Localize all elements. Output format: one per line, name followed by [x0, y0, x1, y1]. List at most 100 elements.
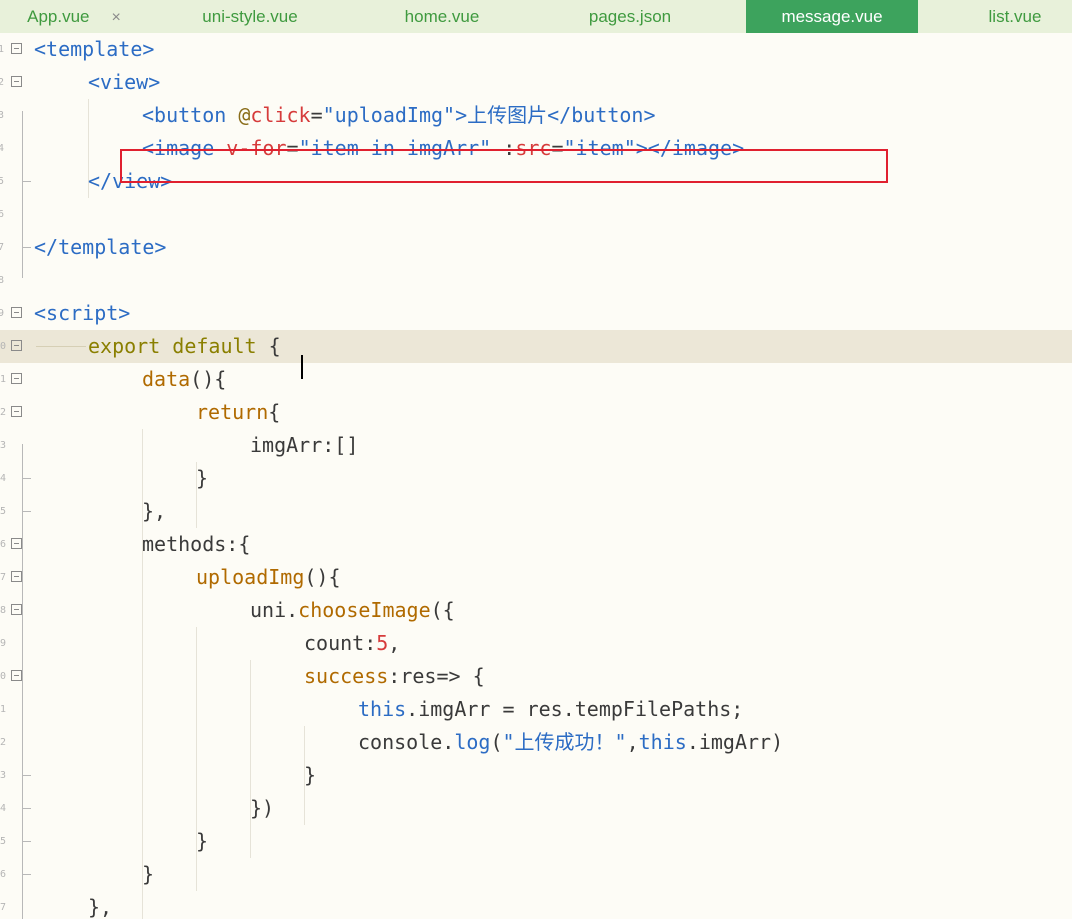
- code-text: <view>: [88, 66, 160, 99]
- code-line[interactable]: 1 <template>: [0, 33, 1072, 66]
- code-text: imgArr:[]: [250, 429, 358, 462]
- line-number: 6: [0, 209, 4, 220]
- tab-app-vue[interactable]: App.vue ×: [0, 0, 148, 33]
- line-number: 25: [0, 836, 7, 847]
- code-token: .imgArr): [686, 730, 784, 754]
- code-line[interactable]: 6: [0, 198, 1072, 231]
- code-line[interactable]: 12 return{: [0, 396, 1072, 429]
- code-line[interactable]: 3 <button @click="uploadImg">上传图片</button…: [0, 99, 1072, 132]
- line-number: 18: [0, 605, 7, 616]
- tab-label: home.vue: [404, 7, 480, 26]
- code-text: uploadImg(){: [196, 561, 341, 594]
- code-line[interactable]: 19 count:5,: [0, 627, 1072, 660]
- code-token: <button: [142, 103, 239, 127]
- fold-toggle-icon[interactable]: [11, 43, 22, 54]
- code-line[interactable]: 26}: [0, 858, 1072, 891]
- code-text: }: [304, 759, 316, 792]
- code-text: success:res=> {: [304, 660, 485, 693]
- fold-toggle-icon[interactable]: [11, 670, 22, 681]
- line-number: 7: [0, 242, 4, 253]
- code-token: @: [238, 103, 251, 127]
- code-token: ,: [626, 730, 639, 754]
- code-token: > {: [448, 664, 485, 688]
- fold-end-tick: [22, 511, 31, 512]
- code-line[interactable]: 15},: [0, 495, 1072, 528]
- fold-toggle-icon[interactable]: [11, 406, 22, 417]
- line-number: 1: [0, 44, 4, 55]
- code-text: }: [196, 462, 208, 495]
- fold-toggle-icon[interactable]: [11, 307, 22, 318]
- code-token: .imgArr = res.tempFilePaths;: [406, 697, 744, 721]
- tab-label: message.vue: [781, 7, 883, 26]
- line-number: 17: [0, 572, 7, 583]
- line-number: 5: [0, 176, 4, 187]
- code-line[interactable]: 10 export default {: [0, 330, 1072, 363]
- code-line[interactable]: 2 <view>: [0, 66, 1072, 99]
- line-number: 14: [0, 473, 7, 484]
- code-token: <script>: [34, 301, 131, 325]
- line-number: 23: [0, 770, 7, 781]
- tab-home-vue[interactable]: home.vue: [364, 0, 520, 33]
- code-text: uni.chooseImage({: [250, 594, 455, 627]
- line-number: 19: [0, 638, 7, 649]
- code-text: },: [142, 495, 166, 528]
- code-token: </template>: [34, 235, 167, 259]
- code-line[interactable]: 14}: [0, 462, 1072, 495]
- code-text: }: [196, 825, 208, 858]
- line-number: 4: [0, 143, 4, 154]
- code-token: ,: [388, 631, 401, 655]
- code-line[interactable]: 20 success:res=> {: [0, 660, 1072, 693]
- code-text: return{: [196, 396, 280, 429]
- fold-toggle-icon[interactable]: [11, 76, 22, 87]
- code-token: export: [88, 334, 161, 358]
- code-line[interactable]: 7 </template>: [0, 231, 1072, 264]
- code-line[interactable]: 16 methods:{: [0, 528, 1072, 561]
- code-text: export default {: [88, 330, 281, 363]
- code-line[interactable]: 9 <script>: [0, 297, 1072, 330]
- tab-list-vue[interactable]: list.vue: [958, 0, 1072, 33]
- code-line[interactable]: 18 uni.chooseImage({: [0, 594, 1072, 627]
- fold-toggle-icon[interactable]: [11, 571, 22, 582]
- tab-pages-json[interactable]: pages.json: [554, 0, 706, 33]
- code-text: methods:{: [142, 528, 250, 561]
- fold-toggle-icon[interactable]: [11, 340, 22, 351]
- fold-toggle-icon[interactable]: [11, 538, 22, 549]
- code-token: },: [142, 499, 167, 523]
- whitespace-marker: [36, 346, 86, 347]
- code-line[interactable]: 25}: [0, 825, 1072, 858]
- code-token: this: [358, 697, 407, 721]
- code-token: log: [454, 730, 491, 754]
- tab-message-vue[interactable]: message.vue: [746, 0, 918, 33]
- code-line[interactable]: 24}): [0, 792, 1072, 825]
- code-token: success: [304, 664, 389, 688]
- code-line[interactable]: 21 this.imgArr = res.tempFilePaths;: [0, 693, 1072, 726]
- code-line[interactable]: 13 imgArr:[]: [0, 429, 1072, 462]
- code-token: {: [268, 400, 281, 424]
- code-token: default: [172, 334, 257, 358]
- code-token: imgArr:[]: [250, 433, 359, 457]
- code-token: (){: [304, 565, 341, 589]
- code-line[interactable]: 17 uploadImg(){: [0, 561, 1072, 594]
- code-token: uni.: [250, 598, 299, 622]
- code-line[interactable]: 11 data(){: [0, 363, 1072, 396]
- code-line[interactable]: 23}: [0, 759, 1072, 792]
- code-token: (){: [190, 367, 227, 391]
- code-token: </button>: [547, 103, 656, 127]
- line-number: 2: [0, 77, 4, 88]
- code-line[interactable]: 27},: [0, 891, 1072, 919]
- tab-uni-style-vue[interactable]: uni-style.vue: [164, 0, 336, 33]
- fold-end-tick: [22, 874, 31, 875]
- fold-toggle-icon[interactable]: [11, 604, 22, 615]
- code-token: }: [196, 466, 209, 490]
- code-text: <button @click="uploadImg">上传图片</button>: [142, 99, 656, 132]
- code-line[interactable]: 8: [0, 264, 1072, 297]
- fold-toggle-icon[interactable]: [11, 373, 22, 384]
- red-highlight-box: [120, 149, 888, 183]
- code-text: }): [250, 792, 274, 825]
- tab-label: App.vue: [27, 7, 90, 26]
- line-number: 11: [0, 374, 7, 385]
- code-line[interactable]: 22 console.log("上传成功！",this.imgArr): [0, 726, 1072, 759]
- close-icon[interactable]: ×: [112, 9, 121, 26]
- line-number: 15: [0, 506, 7, 517]
